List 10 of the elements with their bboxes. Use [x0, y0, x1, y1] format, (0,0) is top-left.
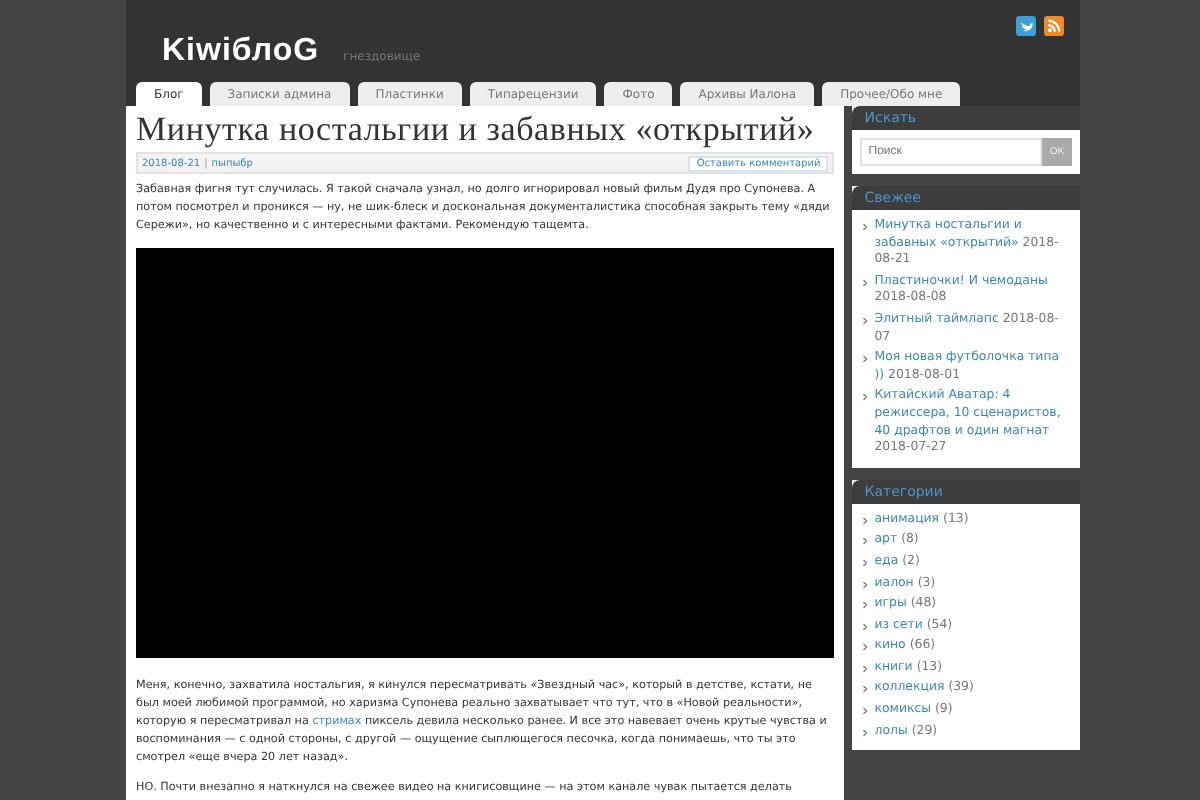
chevron-icon [862, 354, 869, 365]
post-title[interactable]: Минутка ностальгии и забавных «открытий» [136, 110, 835, 150]
chevron-icon [862, 392, 869, 403]
chevron-icon [862, 277, 869, 288]
chevron-icon [862, 315, 869, 326]
chevron-icon [862, 222, 869, 232]
rss-icon[interactable] [1044, 16, 1064, 36]
site-logo[interactable]: KiwiблоG [162, 34, 320, 70]
twitter-icon[interactable] [1016, 16, 1036, 36]
chevron-icon [862, 579, 869, 589]
